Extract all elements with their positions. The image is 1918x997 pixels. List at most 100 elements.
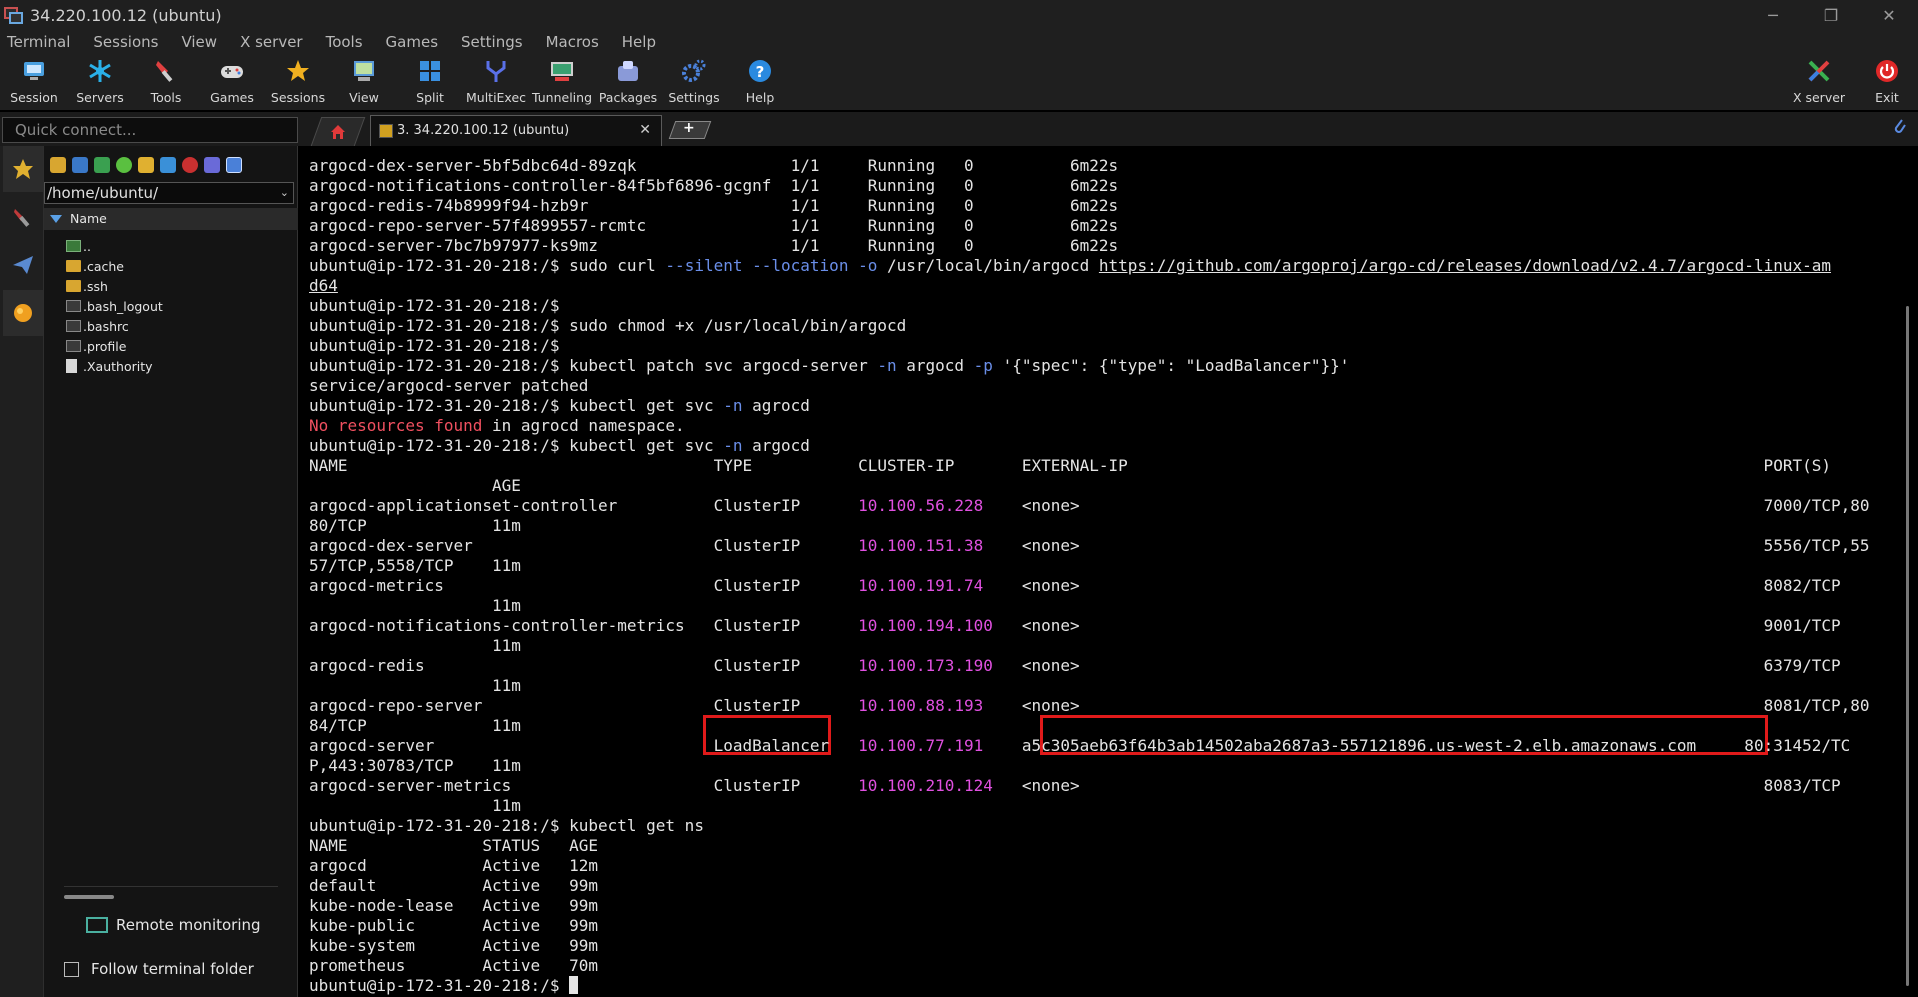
terminal-text: 10.100.56.228: [858, 496, 984, 515]
terminal-text: 10.100.151.38: [858, 536, 984, 555]
terminal-text: argocd-notifications-controller-metrics …: [309, 616, 859, 635]
file-list-header[interactable]: Name: [44, 208, 298, 230]
session-tab-label: 3. 34.220.100.12 (ubuntu): [397, 123, 570, 138]
terminal-text: argocd-dex-server ClusterIP: [309, 536, 859, 555]
terminal-text: 80/TCP 11m: [309, 516, 521, 535]
terminal-line: ubuntu@ip-172-31-20-218:/$ kubectl patch…: [309, 356, 1349, 376]
menu-games[interactable]: Games: [379, 33, 445, 51]
terminal-line: argocd-dex-server-5bf5dbc64d-89zqk 1/1 R…: [309, 156, 1118, 176]
tabs-row: Quick connect... 3. 34.220.100.12 (ubunt…: [0, 112, 1918, 146]
file-item[interactable]: ..: [66, 236, 163, 256]
path-field[interactable]: /home/ubuntu/ ⌄: [44, 182, 294, 204]
terminal-text: ubuntu@ip-172-31-20-218:/$ sudo curl: [309, 256, 666, 275]
follow-folder-label: Follow terminal folder: [91, 960, 254, 978]
power-icon: [1874, 58, 1900, 84]
document-icon: [66, 359, 77, 373]
packages-icon: [615, 58, 641, 84]
menu-macros[interactable]: Macros: [539, 33, 606, 51]
follow-folder-checkbox[interactable]: [64, 961, 79, 977]
split-button[interactable]: Split: [397, 56, 463, 108]
terminal-text: 10.100.173.190: [858, 656, 993, 675]
terminal-line: ubuntu@ip-172-31-20-218:/$: [309, 976, 579, 996]
terminal-text: kube-node-lease Active 99m: [309, 896, 598, 915]
file-item[interactable]: .profile: [66, 336, 163, 356]
terminal-text: ubuntu@ip-172-31-20-218:/$: [309, 976, 570, 995]
terminal-output[interactable]: argocd-dex-server-5bf5dbc64d-89zqk 1/1 R…: [298, 146, 1898, 997]
delete-icon[interactable]: [182, 157, 198, 173]
terminal-text: kube-public Active 99m: [309, 916, 598, 935]
sftp-tab[interactable]: [3, 290, 43, 336]
x-server-button[interactable]: X server: [1786, 56, 1852, 108]
exit-button[interactable]: Exit: [1854, 56, 1918, 108]
terminal-text: prometheus Active 70m: [309, 956, 598, 975]
file-item[interactable]: .Xauthority: [66, 356, 163, 376]
multiexec-button[interactable]: MultiExec: [463, 56, 529, 108]
terminal-line: 11m: [309, 596, 521, 616]
paperclip-icon[interactable]: [1892, 116, 1906, 136]
menu-terminal[interactable]: Terminal: [0, 33, 77, 51]
close-window-button[interactable]: ✕: [1860, 0, 1918, 30]
packages-button[interactable]: Packages: [595, 56, 661, 108]
new-folder-icon[interactable]: [138, 157, 154, 173]
split-label: Split: [416, 90, 444, 105]
file-icon: [66, 320, 81, 332]
games-button[interactable]: Games: [199, 56, 265, 108]
tools-button[interactable]: Tools: [133, 56, 199, 108]
terminal-text: https://github.com/argoproj/argo-cd/rele…: [1098, 256, 1831, 275]
terminal-line: argocd-redis ClusterIP 10.100.173.190 <n…: [309, 656, 1841, 676]
upload-icon[interactable]: [94, 157, 110, 173]
terminal-text: argocd-server-metrics ClusterIP: [309, 776, 859, 795]
tunneling-button[interactable]: Tunneling: [529, 56, 595, 108]
remote-monitoring-button[interactable]: Remote monitoring: [86, 916, 261, 934]
new-file-icon[interactable]: [160, 157, 176, 173]
folder-up-icon[interactable]: [50, 157, 66, 173]
session-tab[interactable]: 3. 34.220.100.12 (ubuntu) ✕: [370, 115, 662, 146]
minimize-button[interactable]: ─: [1744, 0, 1802, 30]
file-item[interactable]: .bashrc: [66, 316, 163, 336]
terminal-text: <none> 6379/TCP: [992, 656, 1841, 675]
terminal-line: service/argocd-server patched: [309, 376, 588, 396]
servers-button[interactable]: Servers: [67, 56, 133, 108]
menu-sessions[interactable]: Sessions: [86, 33, 165, 51]
terminal-scrollbar[interactable]: [1898, 146, 1918, 997]
download-icon[interactable]: [72, 157, 88, 173]
sessions-button[interactable]: Sessions: [265, 56, 331, 108]
tools-tab[interactable]: [3, 194, 43, 240]
help-button[interactable]: ? Help: [727, 56, 793, 108]
terminal-line: argocd-repo-server-57f4899557-rcmtc 1/1 …: [309, 216, 1118, 236]
terminal-line: d64: [309, 276, 338, 296]
menu-help[interactable]: Help: [615, 33, 663, 51]
macros-tab[interactable]: [3, 242, 43, 288]
refresh-icon[interactable]: [116, 157, 132, 173]
window-title: 34.220.100.12 (ubuntu): [30, 5, 222, 25]
terminal-text: argocd-repo-server ClusterIP: [309, 696, 859, 715]
resize-handle[interactable]: [64, 895, 114, 899]
restore-button[interactable]: ❐: [1802, 0, 1860, 30]
terminal-text: service/argocd-server patched: [309, 376, 589, 395]
star-icon: [13, 159, 33, 179]
file-item[interactable]: .ssh: [66, 276, 163, 296]
file-item[interactable]: .cache: [66, 256, 163, 276]
tunneling-label: Tunneling: [532, 90, 592, 105]
quick-connect-input[interactable]: Quick connect...: [2, 117, 298, 143]
scrollbar-thumb[interactable]: [1906, 306, 1909, 986]
view-button[interactable]: View: [331, 56, 397, 108]
menu-settings[interactable]: Settings: [454, 33, 530, 51]
menu-view[interactable]: View: [174, 33, 224, 51]
text-icon[interactable]: [204, 157, 220, 173]
terminal-text: 57/TCP,5558/TCP 11m: [309, 556, 521, 575]
close-tab-icon[interactable]: ✕: [639, 122, 651, 138]
follow-terminal-folder[interactable]: Follow terminal folder: [64, 960, 254, 978]
sftp-toolbar: [44, 154, 298, 176]
terminal-line: argocd-applicationset-controller Cluster…: [309, 496, 1870, 516]
file-item[interactable]: .bash_logout: [66, 296, 163, 316]
sftp-sidebar: /home/ubuntu/ ⌄ Name .. .cache .ssh .bas…: [44, 146, 298, 997]
sessions-star-tab[interactable]: [3, 146, 43, 192]
view-mode-icon[interactable]: [226, 157, 242, 173]
terminal-text: 11m: [309, 796, 521, 815]
chevron-down-icon[interactable]: ⌄: [280, 183, 289, 203]
menu-x-server[interactable]: X server: [233, 33, 310, 51]
menu-tools[interactable]: Tools: [319, 33, 370, 51]
settings-button[interactable]: Settings: [661, 56, 727, 108]
session-button[interactable]: Session: [1, 56, 67, 108]
